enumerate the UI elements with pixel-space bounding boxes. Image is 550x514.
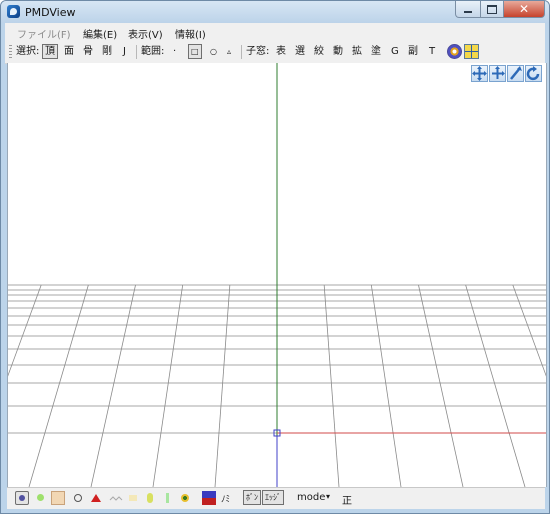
wire-icon: [109, 496, 123, 501]
grid-toggle-icon[interactable]: [464, 44, 479, 59]
range-free-button[interactable]: ▵: [227, 46, 231, 58]
minimize-button[interactable]: [455, 1, 481, 18]
grid-line: [214, 284, 231, 487]
grid-line: [465, 284, 526, 487]
win-paint-button[interactable]: 塗: [371, 46, 381, 58]
wire-toggle[interactable]: [109, 491, 123, 505]
menu-info[interactable]: 情報(I): [175, 26, 206, 41]
green-bar-icon: [166, 493, 169, 503]
maximize-icon: [487, 4, 497, 14]
maximize-button[interactable]: [481, 1, 504, 18]
select-rigid-button[interactable]: 剛: [102, 46, 112, 58]
bone-toggle-button[interactable]: ﾎﾞﾝ: [243, 490, 261, 505]
grid-line: [90, 284, 136, 487]
mirror-label[interactable]: ﾉﾐ: [221, 492, 230, 505]
win-sub-button[interactable]: 副: [408, 46, 418, 58]
select-face-button[interactable]: 面: [64, 46, 74, 58]
child-window-label: 子窓:: [246, 46, 270, 57]
win-t-button[interactable]: T: [429, 46, 435, 58]
grid-line: [512, 284, 546, 377]
menu-bar: ファイル(F) 編集(E) 表示(V) 情報(I): [5, 23, 545, 42]
win-g-button[interactable]: G: [391, 46, 399, 58]
menu-view[interactable]: 表示(V): [128, 26, 163, 41]
color-toggle[interactable]: [202, 491, 216, 505]
rotate-icon[interactable]: [525, 65, 542, 82]
app-icon: [7, 5, 20, 18]
3d-viewport[interactable]: [7, 63, 547, 487]
select-bone-button[interactable]: 骨: [83, 46, 93, 58]
target-icon: [74, 494, 82, 502]
close-icon: ✕: [518, 2, 530, 16]
front-view-button[interactable]: 正: [342, 492, 352, 507]
win-move-button[interactable]: 動: [333, 46, 343, 58]
minimize-icon: [464, 11, 472, 13]
menu-file[interactable]: ファイル(F): [17, 26, 71, 41]
window-controls: ✕: [455, 1, 545, 18]
dot-cluster-icon: [181, 494, 189, 502]
main-toolbar: 選択: 頂 面 骨 剛 J 範囲: · □ ○ ▵ 子窓: 表 選 絞 動 拡 …: [5, 42, 545, 64]
grid-floor: [8, 63, 546, 487]
green-point-toggle[interactable]: [34, 491, 48, 505]
toolbar-grip[interactable]: [9, 45, 12, 59]
target-toggle[interactable]: [71, 491, 85, 505]
range-point-button[interactable]: ·: [173, 46, 176, 58]
faint-icon: [129, 495, 137, 501]
green-bar-toggle[interactable]: [161, 491, 175, 505]
camera-rotate-icon[interactable]: [447, 44, 462, 59]
zoom-icon[interactable]: [507, 65, 524, 82]
yellow-capsule-icon: [147, 493, 153, 503]
range-rect-button[interactable]: □: [188, 44, 202, 59]
bottom-toolbar: ﾉﾐ ﾎﾞﾝ ｴｯｼﾞ mode ▾ 正: [7, 487, 545, 509]
window-title: PMDView: [25, 6, 76, 19]
range-circle-button[interactable]: ○: [210, 46, 217, 58]
chevron-down-icon[interactable]: ▾: [326, 492, 330, 501]
green-dot-icon: [37, 494, 44, 501]
win-scale-button[interactable]: 拡: [352, 46, 362, 58]
vertex-icon: [19, 495, 25, 501]
red-triangle-icon: [91, 494, 101, 502]
move-icon[interactable]: [471, 65, 488, 82]
dot-cluster-toggle[interactable]: [178, 491, 192, 505]
select-label: 選択:: [16, 46, 40, 57]
title-bar[interactable]: PMDView ✕: [1, 1, 549, 23]
mode-dropdown[interactable]: mode: [297, 492, 325, 503]
toolbar-separator: [241, 45, 242, 59]
view-navigation-icons: [471, 65, 542, 82]
red-triangle-toggle[interactable]: [89, 491, 103, 505]
edge-toggle-button[interactable]: ｴｯｼﾞ: [262, 490, 284, 505]
win-select-button[interactable]: 選: [295, 46, 305, 58]
grid-line: [323, 284, 340, 487]
toolbar-separator: [136, 45, 137, 59]
grid-line: [418, 284, 464, 487]
grid-line: [152, 284, 184, 487]
faint-toggle[interactable]: [126, 491, 140, 505]
yellow-toggle[interactable]: [143, 491, 157, 505]
close-button[interactable]: ✕: [504, 1, 545, 18]
vertex-display-toggle[interactable]: [15, 491, 29, 505]
win-narrow-button[interactable]: 絞: [314, 46, 324, 58]
select-vertex-button[interactable]: 頂: [42, 44, 58, 59]
menu-edit[interactable]: 編集(E): [83, 26, 117, 41]
grid-line: [8, 284, 42, 377]
win-table-button[interactable]: 表: [276, 46, 286, 58]
select-joint-button[interactable]: J: [123, 46, 126, 58]
app-window: PMDView ✕ ファイル(F) 編集(E) 表示(V) 情報(I) 選択: …: [0, 0, 550, 514]
grid-line: [370, 284, 402, 487]
pan-icon[interactable]: [489, 65, 506, 82]
material-toggle[interactable]: [51, 491, 65, 505]
grid-line: [28, 284, 89, 487]
range-label: 範囲:: [141, 46, 165, 57]
